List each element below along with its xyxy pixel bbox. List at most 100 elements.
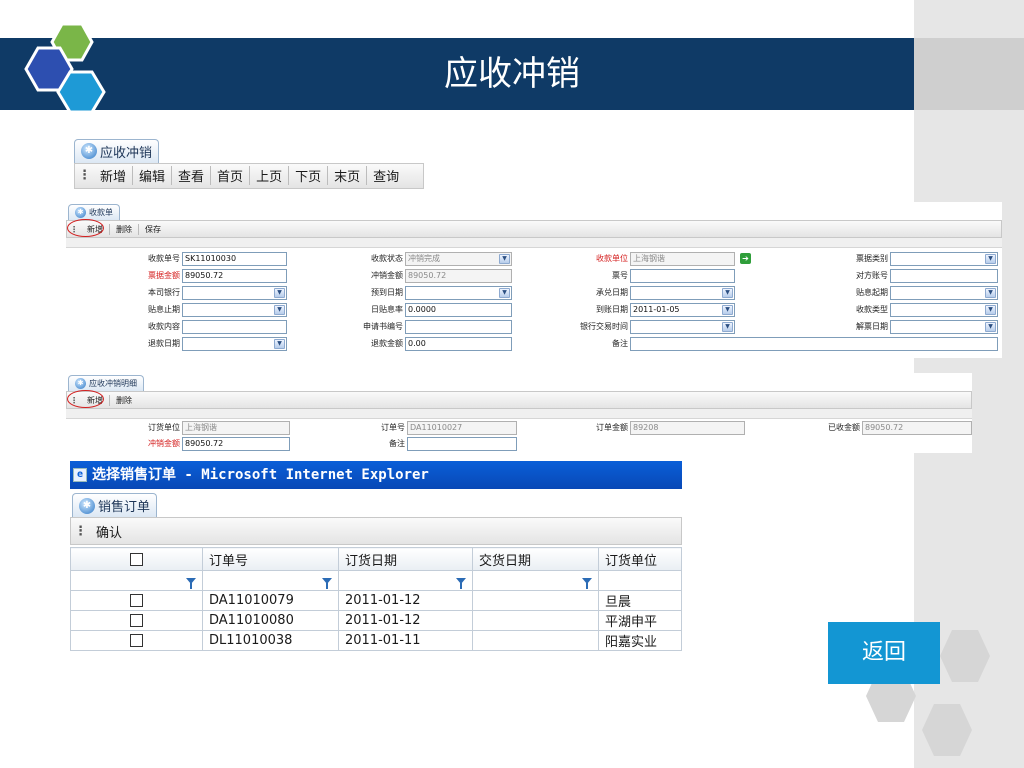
form-field-input[interactable]: 上海钢谐 bbox=[630, 252, 735, 266]
field-label: 票号 bbox=[612, 271, 628, 280]
form-field-input[interactable]: DA11010027 bbox=[407, 421, 517, 435]
form-field-input[interactable] bbox=[182, 320, 287, 334]
form-field-input[interactable]: ▼ bbox=[890, 303, 998, 317]
form-field-input[interactable]: 89050.72 bbox=[862, 421, 972, 435]
dropdown-arrow-icon[interactable]: ▼ bbox=[985, 288, 996, 298]
row-select-cell bbox=[70, 630, 203, 651]
dropdown-arrow-icon[interactable]: ▼ bbox=[499, 288, 510, 298]
form-field-input[interactable]: 89208 bbox=[630, 421, 745, 435]
form-field-input[interactable]: ▼ bbox=[182, 337, 287, 351]
cell-order-no: DA11010080 bbox=[202, 610, 339, 631]
form-field-input[interactable]: 89050.72 bbox=[182, 437, 290, 451]
filter-cell[interactable] bbox=[338, 570, 473, 591]
row-checkbox[interactable] bbox=[130, 614, 143, 627]
tab-receivable-writeoff[interactable]: ✱ 应收冲销 bbox=[74, 138, 160, 163]
filter-cell[interactable] bbox=[70, 570, 203, 591]
tab-receipt[interactable]: ✱ 收款单 bbox=[68, 204, 120, 220]
row-checkbox[interactable] bbox=[130, 594, 143, 607]
receipt-panel: ✱ 收款单 ⋮ 新增 删除 保存 收款单号 SK11010030 收款状态 冲销完成 ▼ 收款… bbox=[66, 202, 1002, 358]
receipt-button-1[interactable]: 删除 bbox=[110, 223, 139, 235]
filter-funnel-icon[interactable] bbox=[582, 577, 592, 589]
form-field-input[interactable]: ▼ bbox=[405, 286, 512, 300]
dropdown-arrow-icon[interactable]: ▼ bbox=[722, 305, 733, 315]
form-field-input[interactable]: ▼ bbox=[182, 303, 287, 317]
receipt-button-2[interactable]: 保存 bbox=[139, 224, 167, 235]
ie-window-icon: e bbox=[73, 468, 87, 482]
row-checkbox[interactable] bbox=[130, 634, 143, 647]
form-field-input[interactable]: ▼ bbox=[890, 252, 998, 266]
col-order-date[interactable]: 订货日期 bbox=[338, 547, 473, 571]
detail-button-1[interactable]: 删除 bbox=[110, 395, 138, 406]
form-field-input[interactable]: 0.0000 bbox=[405, 303, 512, 317]
form-field-input[interactable]: 0.00 bbox=[405, 337, 512, 351]
filter-cell[interactable] bbox=[202, 570, 339, 591]
filter-funnel-icon[interactable] bbox=[322, 577, 332, 589]
form-field-input[interactable]: ▼ bbox=[890, 286, 998, 300]
form-field-input[interactable]: 冲销完成 ▼ bbox=[405, 252, 512, 266]
form-field-input[interactable]: 89050.72 bbox=[405, 269, 512, 283]
dropdown-arrow-icon[interactable]: ▼ bbox=[274, 305, 285, 315]
form-field-input[interactable]: ▼ bbox=[630, 320, 735, 334]
field-label: 收款内容 bbox=[148, 322, 180, 331]
tab-writeoff-detail[interactable]: ✱ 应收冲销明细 bbox=[68, 375, 144, 391]
form-field-input[interactable]: SK11010030 bbox=[182, 252, 287, 266]
field-label: 订单号 bbox=[381, 423, 405, 432]
dropdown-arrow-icon[interactable]: ▼ bbox=[985, 322, 996, 332]
tab-label: 应收冲销 bbox=[100, 145, 153, 161]
form-field-input[interactable] bbox=[407, 437, 517, 451]
form-field-input[interactable]: ▼ bbox=[630, 286, 735, 300]
dropdown-arrow-icon[interactable]: ▼ bbox=[722, 288, 733, 298]
form-field-input[interactable]: 2011-01-05 ▼ bbox=[630, 303, 735, 317]
dropdown-arrow-icon[interactable]: ▼ bbox=[274, 288, 285, 298]
window-title: 选择销售订单 - Microsoft Internet Explorer bbox=[92, 467, 429, 483]
field-value: 上海钢谐 bbox=[633, 254, 665, 263]
form-field-input[interactable]: 89050.72 bbox=[182, 269, 287, 283]
sales-order-tab-icon: ✱ bbox=[79, 497, 95, 514]
form-field-input[interactable] bbox=[890, 269, 998, 283]
select-all-checkbox[interactable] bbox=[130, 552, 143, 566]
dropdown-arrow-icon[interactable]: ▼ bbox=[722, 322, 733, 332]
table-row[interactable]: DA11010079 2011-01-12 旦晨 bbox=[70, 590, 682, 611]
field-label: 冲销金额 bbox=[371, 271, 403, 280]
module-button-4[interactable]: 上页 bbox=[250, 166, 290, 185]
field-label: 收款状态 bbox=[371, 254, 403, 263]
receipt-button-0[interactable]: 新增 bbox=[81, 223, 110, 235]
module-button-5[interactable]: 下页 bbox=[289, 166, 329, 185]
module-button-7[interactable]: 查询 bbox=[367, 166, 405, 185]
dialog-toolbar: ⋮ 确认 bbox=[70, 517, 682, 545]
field-label: 日贴息率 bbox=[371, 305, 403, 314]
dropdown-arrow-icon[interactable]: ▼ bbox=[985, 254, 996, 264]
back-button[interactable]: 返回 bbox=[828, 622, 940, 684]
detail-button-0[interactable]: 新增 bbox=[81, 394, 110, 406]
module-button-6[interactable]: 末页 bbox=[328, 166, 368, 185]
field-label: 贴息止期 bbox=[148, 305, 180, 314]
cell-customer: 阳嘉实业 bbox=[598, 630, 682, 651]
form-field-input[interactable]: 上海钢谐 bbox=[182, 421, 290, 435]
col-delivery-date[interactable]: 交货日期 bbox=[472, 547, 599, 571]
col-customer[interactable]: 订货单位 bbox=[598, 547, 682, 571]
module-button-1[interactable]: 编辑 bbox=[133, 166, 173, 185]
dropdown-arrow-icon[interactable]: ▼ bbox=[499, 254, 510, 264]
module-button-0[interactable]: 新增 bbox=[94, 166, 134, 185]
confirm-button[interactable]: 确认 bbox=[90, 522, 128, 541]
form-field-input[interactable] bbox=[630, 337, 998, 351]
filter-cell[interactable] bbox=[598, 570, 682, 591]
table-row[interactable]: DL11010038 2011-01-11 阳嘉实业 bbox=[70, 630, 682, 651]
module-button-2[interactable]: 查看 bbox=[172, 166, 212, 185]
field-label: 票据类别 bbox=[856, 254, 888, 263]
form-field-input[interactable] bbox=[630, 269, 735, 283]
form-field-input[interactable]: ▼ bbox=[182, 286, 287, 300]
form-field-input[interactable] bbox=[405, 320, 512, 334]
col-order-no[interactable]: 订单号 bbox=[202, 547, 339, 571]
module-button-3[interactable]: 首页 bbox=[211, 166, 251, 185]
form-field-input[interactable]: ▼ bbox=[890, 320, 998, 334]
table-row[interactable]: DA11010080 2011-01-12 平湖申平 bbox=[70, 610, 682, 631]
dropdown-arrow-icon[interactable]: ▼ bbox=[274, 339, 285, 349]
tab-sales-order[interactable]: ✱ 销售订单 bbox=[72, 493, 158, 517]
dropdown-arrow-icon[interactable]: ▼ bbox=[985, 305, 996, 315]
filter-funnel-icon[interactable] bbox=[456, 577, 466, 589]
filter-cell[interactable] bbox=[472, 570, 599, 591]
filter-funnel-icon[interactable] bbox=[186, 577, 196, 589]
lookup-arrow-icon[interactable]: ➔ bbox=[740, 253, 751, 264]
detail-toolbar: ⋮ 新增 删除 bbox=[66, 391, 972, 409]
